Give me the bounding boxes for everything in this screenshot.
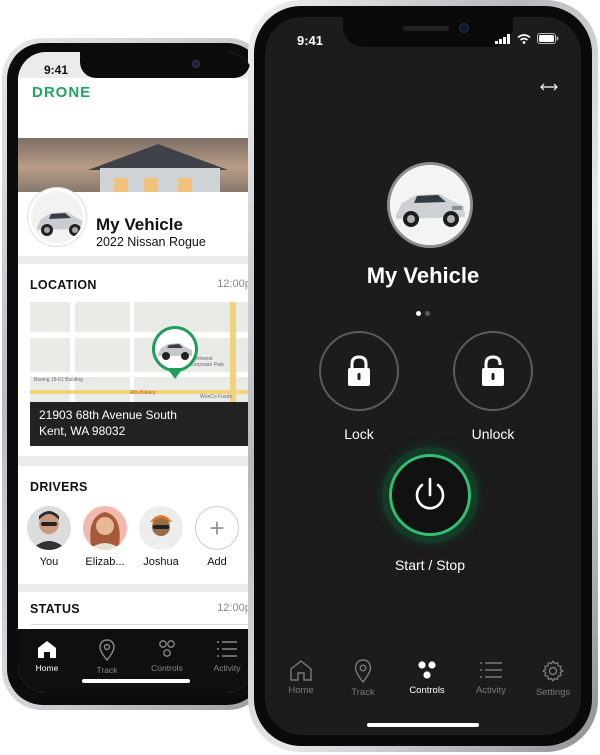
lock-icon	[348, 355, 370, 386]
avatar	[27, 506, 71, 550]
tab-label: Controls	[409, 685, 445, 696]
driver-name: Joshua	[143, 556, 179, 568]
map-pin-icon	[354, 659, 372, 683]
map-pin-tail	[167, 368, 183, 379]
home-screen: 9:41 DRONE My Vehicle 2022 Nissan Rogue …	[18, 52, 254, 693]
tab-controls[interactable]: Controls	[397, 659, 457, 696]
location-title: LOCATION	[30, 278, 97, 292]
page-dot	[416, 311, 421, 316]
tab-label: Track	[351, 687, 375, 698]
map-label: Alto Bakery	[130, 390, 156, 396]
unlock-control[interactable]: Unlock	[453, 331, 533, 442]
home-indicator[interactable]	[82, 679, 190, 683]
battery-icon	[537, 33, 559, 44]
list-icon	[217, 641, 237, 657]
page-dot	[425, 311, 430, 316]
driver-item[interactable]: Joshua	[136, 506, 186, 568]
marketing-stage: 9:41 DRONE My Vehicle 2022 Nissan Rogue …	[0, 0, 600, 755]
tab-track[interactable]: Track	[333, 659, 393, 698]
map-label: Boeing 18-61 Building	[34, 377, 83, 383]
location-address: 21903 68th Avenue South Kent, WA 98032	[30, 402, 252, 446]
map-pin-icon	[99, 639, 115, 661]
tab-track[interactable]: Track	[82, 639, 132, 675]
location-map[interactable]: Boeing 18-61 Building Alto Bakery Northw…	[30, 302, 252, 402]
tab-label: Controls	[151, 663, 183, 673]
tab-settings[interactable]: Settings	[523, 659, 581, 698]
brand-logo: DRONE	[32, 84, 92, 101]
status-title: STATUS	[30, 602, 80, 616]
tab-home[interactable]: Home	[271, 659, 331, 696]
tab-bar: Home Track Controls Activity	[265, 643, 581, 735]
power-button-glow	[382, 447, 478, 543]
status-time: 9:41	[297, 33, 324, 48]
status-section[interactable]: STATUS 12:00pm	[18, 592, 254, 632]
wifi-icon	[517, 33, 531, 44]
tab-activity[interactable]: Activity	[461, 659, 521, 696]
lock-button[interactable]	[319, 331, 399, 411]
tab-label: Activity	[475, 685, 507, 696]
page-indicator[interactable]	[265, 303, 581, 321]
home-icon	[290, 660, 312, 681]
power-icon	[415, 477, 445, 510]
drivers-title: DRIVERS	[30, 480, 88, 494]
unlock-icon	[482, 355, 504, 386]
drivers-list: You Elizab... Joshua + Add	[24, 506, 254, 576]
tab-label: Activity	[213, 663, 241, 673]
notch	[343, 17, 513, 47]
phone-dark: 9:41 My Vehicle Lock Unlock Start / Stop…	[248, 0, 598, 752]
tab-label: Home	[35, 663, 59, 673]
status-time: 9:41	[44, 63, 69, 77]
driver-name: You	[39, 556, 59, 568]
vehicle-map-pin[interactable]	[152, 326, 198, 372]
vehicle-name: My Vehicle	[96, 215, 183, 234]
tab-controls[interactable]: Controls	[142, 639, 192, 673]
lock-control[interactable]: Lock	[319, 331, 399, 442]
start-stop-control[interactable]: Start / Stop	[380, 447, 480, 573]
controls-icon	[159, 640, 175, 657]
speaker-grille	[403, 26, 449, 31]
avatar	[83, 506, 127, 550]
expand-arrows-icon[interactable]	[539, 79, 559, 97]
unlock-button[interactable]	[453, 331, 533, 411]
home-indicator[interactable]	[367, 723, 479, 727]
map-label: WireCo Foods	[200, 394, 232, 400]
tab-bar: Home Track Controls Activity	[18, 629, 254, 693]
list-icon	[480, 662, 502, 678]
driver-item[interactable]: Elizab...	[80, 506, 130, 568]
unlock-label: Unlock	[471, 426, 515, 442]
home-icon	[38, 641, 56, 658]
lock-label: Lock	[344, 426, 374, 442]
vehicle-avatar	[387, 162, 473, 248]
vehicle-model: 2022 Nissan Rogue	[96, 235, 206, 249]
tab-activity[interactable]: Activity	[202, 639, 252, 673]
vehicle-name: My Vehicle	[366, 263, 480, 288]
controls-icon	[418, 661, 436, 679]
driver-name: Elizab...	[85, 556, 125, 568]
start-stop-label: Start / Stop	[394, 557, 466, 573]
driver-item[interactable]: You	[24, 506, 74, 568]
address-line-1: 21903 68th Avenue South	[39, 408, 177, 422]
tab-label: Home	[288, 685, 314, 696]
tab-label: Track	[96, 665, 118, 675]
tab-label: Settings	[535, 687, 571, 698]
plus-icon: +	[195, 506, 239, 550]
add-driver-button[interactable]: + Add	[192, 506, 242, 568]
camera-icon	[459, 23, 469, 33]
avatar	[139, 506, 183, 550]
signal-icon	[495, 33, 510, 44]
gear-icon	[542, 660, 564, 682]
vehicle-avatar	[28, 188, 86, 246]
system-status-icons	[495, 33, 559, 44]
controls-screen: 9:41 My Vehicle Lock Unlock Start / Stop…	[265, 17, 581, 735]
camera-icon	[192, 60, 200, 68]
phone-light: 9:41 DRONE My Vehicle 2022 Nissan Rogue …	[2, 38, 268, 710]
add-driver-label: Add	[207, 556, 227, 568]
notch	[80, 52, 250, 78]
address-line-2: Kent, WA 98032	[39, 424, 126, 438]
start-stop-button[interactable]	[389, 454, 471, 536]
tab-home[interactable]: Home	[22, 639, 72, 673]
